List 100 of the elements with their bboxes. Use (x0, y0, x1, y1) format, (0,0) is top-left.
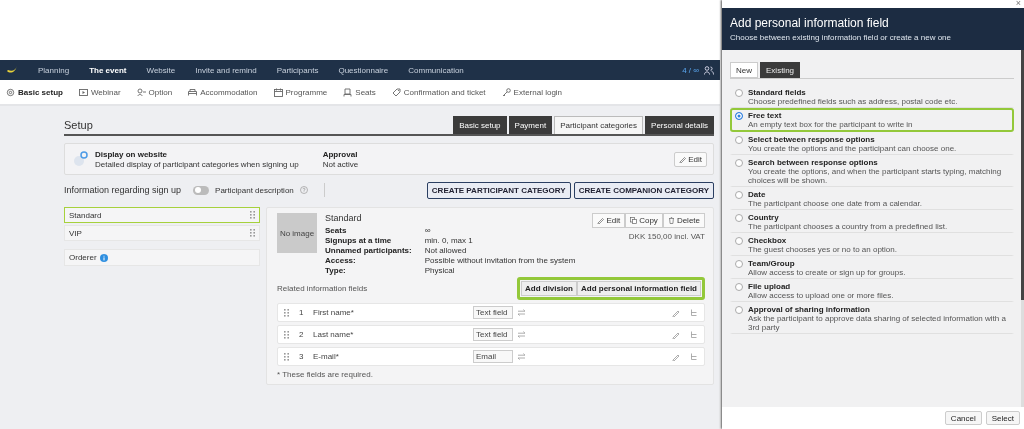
pencil-icon (679, 155, 687, 163)
copy-button[interactable]: Copy (625, 213, 663, 228)
drag-handle-icon[interactable] (284, 352, 289, 361)
drag-handle-icon[interactable] (250, 229, 255, 237)
option-row[interactable]: File upload Allow access to upload one or more files. (730, 279, 1014, 302)
bed-icon (188, 87, 198, 97)
drag-handle-icon[interactable] (250, 211, 255, 219)
hierarchy-icon[interactable] (690, 308, 698, 317)
nav-tab[interactable]: Participants (276, 65, 319, 75)
nav-tab[interactable]: Invite and remind (195, 65, 257, 75)
option-description: Choose predefined fields such as address, postal code etc. (748, 97, 958, 106)
dialog-button[interactable]: Cancel (944, 411, 982, 425)
section-heading: Information regarding sign up (64, 185, 182, 195)
swap-icon[interactable] (517, 309, 526, 316)
subnav-tab[interactable]: Option (148, 87, 173, 97)
radio-button[interactable] (735, 191, 743, 199)
radio-button[interactable] (735, 89, 743, 97)
edit-button[interactable]: Edit (592, 213, 626, 228)
option-description: Allow access to create or sign up for groups. (748, 268, 906, 277)
page-title: Setup (64, 119, 94, 133)
hierarchy-icon[interactable] (690, 352, 698, 361)
option-description: Allow access to upload one or more files. (748, 291, 894, 300)
radio-button[interactable] (735, 112, 743, 120)
property-value: ∞ (424, 226, 432, 235)
option-row[interactable]: Select between response options You create the options and the participant can choose one. (730, 132, 1014, 155)
create-button[interactable]: CREATE COMPANION CATEGORY (573, 181, 714, 199)
pencil-icon[interactable] (672, 352, 680, 361)
drag-handle-icon[interactable] (284, 330, 289, 339)
subnav-tab[interactable]: Seats (355, 87, 376, 97)
section-label: Related information fields (277, 284, 368, 293)
add-button[interactable]: Add division (521, 281, 577, 296)
option-row[interactable]: Team/Group Allow access to create or sign up for groups. (730, 256, 1014, 279)
radio-button[interactable] (735, 159, 743, 167)
radio-button[interactable] (735, 214, 743, 222)
property-value: Not allowed (424, 246, 468, 255)
setup-tab[interactable]: Basic setup (453, 116, 507, 134)
radio-button[interactable] (735, 136, 743, 144)
option-label: File upload (748, 282, 792, 291)
setup-tab[interactable]: Payment (508, 116, 553, 134)
subnav-tab[interactable]: External login (513, 87, 563, 97)
nav-tab[interactable]: Communication (408, 65, 464, 75)
person-icon (136, 87, 146, 97)
participant-counter: 4 / ∞ (682, 65, 699, 75)
subnav-tab[interactable]: Programme (285, 87, 328, 97)
radio-button[interactable] (735, 237, 743, 245)
dialog-button[interactable]: Select (985, 411, 1020, 425)
close-button[interactable]: × (1015, 0, 1021, 8)
subnav-tab[interactable]: Accommodation (200, 87, 258, 97)
option-label: Search between response options (748, 158, 879, 167)
description-toggle[interactable] (193, 185, 210, 195)
field-name: E-mail* (313, 352, 340, 361)
edit-button[interactable]: Edit (674, 151, 707, 167)
seat-icon (343, 87, 353, 97)
dialog-tab[interactable]: Existing (760, 62, 801, 78)
option-label: Checkbox (748, 236, 788, 245)
nav-tab[interactable]: Questionnaire (338, 65, 389, 75)
field-type: Email (473, 350, 513, 363)
option-label: Date (748, 190, 767, 199)
property-value: Possible without invitation from the system (424, 256, 577, 265)
add-button[interactable]: Add personal information field (577, 281, 701, 296)
subnav-tab[interactable]: Webinar (90, 87, 121, 97)
option-description: You create the options, and when the participant starts typing, matching choices will be shown. (748, 167, 1003, 185)
option-row[interactable]: Approval of sharing information Ask the participant to approve data sharing of selected information with a 3rd party (730, 302, 1014, 334)
row-number: 3 (299, 352, 305, 361)
option-row[interactable]: Date The participant choose one date from a calendar. (730, 187, 1014, 210)
scrollbar[interactable] (1021, 50, 1024, 407)
subnav-tab[interactable]: Confirmation and ticket (403, 87, 486, 97)
swap-icon[interactable] (517, 331, 526, 338)
setup-tab[interactable]: Personal details (645, 116, 714, 134)
option-row[interactable]: Country The participant chooses a country from a predefined list. (730, 210, 1014, 233)
pencil-icon[interactable] (672, 330, 680, 339)
property-label: Unnamed participants: (325, 246, 413, 255)
category-item[interactable]: VIP (64, 225, 260, 241)
nav-tab[interactable]: Website (146, 65, 176, 75)
pencil-icon[interactable] (672, 308, 680, 317)
option-row[interactable]: Checkbox The guest chooses yes or no to an option. (730, 233, 1014, 256)
subnav-tab[interactable]: Basic setup (18, 87, 63, 97)
option-label: Country (748, 213, 780, 222)
swap-icon[interactable] (517, 353, 526, 360)
option-row[interactable]: Free text An empty text box for the participant to write in (730, 108, 1014, 132)
dialog-tab[interactable]: New (730, 62, 758, 78)
option-row[interactable]: Search between response options You create the options, and when the participant starts typing, matching choices will be shown. (730, 155, 1014, 187)
hierarchy-icon[interactable] (690, 330, 698, 339)
delete-button[interactable]: Delete (662, 213, 705, 228)
option-description: The participant choose one date from a calendar. (748, 199, 922, 208)
nav-tab[interactable]: Planning (38, 65, 70, 75)
radio-button[interactable] (735, 306, 743, 314)
key-icon (501, 87, 511, 97)
orderer-item[interactable]: Orderer (64, 249, 260, 266)
radio-button[interactable] (735, 283, 743, 291)
create-button[interactable]: CREATE PARTICIPANT CATEGORY (426, 181, 571, 199)
option-label: Select between response options (748, 135, 876, 144)
setup-tab[interactable]: Participant categories (554, 116, 644, 134)
drag-handle-icon[interactable] (284, 308, 289, 317)
radio-button[interactable] (735, 260, 743, 268)
property-label: Access: (325, 256, 357, 265)
option-row[interactable]: Standard fields Choose predefined fields such as address, postal code etc. (730, 85, 1014, 108)
category-item[interactable]: Standard (64, 207, 260, 223)
nav-tab[interactable]: The event (89, 65, 127, 75)
dialog-subtitle: Choose between existing information field or create a new one (730, 33, 953, 42)
